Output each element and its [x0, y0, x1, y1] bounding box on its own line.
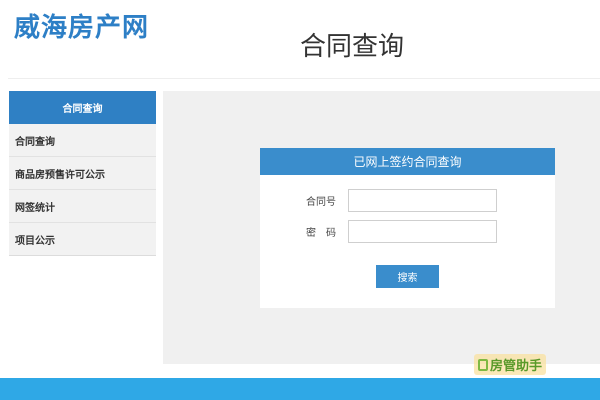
panel-title: 已网上签约合同查询	[260, 148, 555, 175]
password-input[interactable]	[348, 220, 497, 243]
watermark-text: 房管助手	[490, 359, 543, 374]
sidebar: 合同查询 合同查询 商品房预售许可公示 网签统计 项目公示	[9, 91, 156, 256]
page: 威海房产网 合同查询 合同查询 合同查询 商品房预售许可公示 网签统计 项目公示…	[0, 0, 600, 400]
watermark-logo-icon	[478, 358, 488, 371]
sidebar-item-contract-query[interactable]: 合同查询	[9, 124, 156, 157]
sidebar-item-signing-stats[interactable]: 网签统计	[9, 190, 156, 223]
main-content: 已网上签约合同查询 合同号 密 码 搜索	[163, 91, 600, 364]
sidebar-item-project-notice[interactable]: 项目公示	[9, 223, 156, 256]
contract-number-row: 合同号	[260, 189, 555, 212]
contract-query-panel: 已网上签约合同查询 合同号 密 码 搜索	[260, 148, 555, 308]
page-title: 合同查询	[299, 32, 404, 62]
contract-number-input[interactable]	[348, 189, 497, 212]
footer-bar	[0, 378, 600, 400]
search-button[interactable]: 搜索	[376, 265, 439, 288]
password-row: 密 码	[260, 220, 555, 243]
contract-number-label: 合同号	[306, 197, 336, 208]
sidebar-header: 合同查询	[9, 91, 156, 124]
header-divider	[8, 78, 600, 79]
watermark: 房管助手	[474, 354, 547, 375]
sidebar-item-presale-permit[interactable]: 商品房预售许可公示	[9, 157, 156, 190]
password-label: 密 码	[306, 228, 336, 239]
